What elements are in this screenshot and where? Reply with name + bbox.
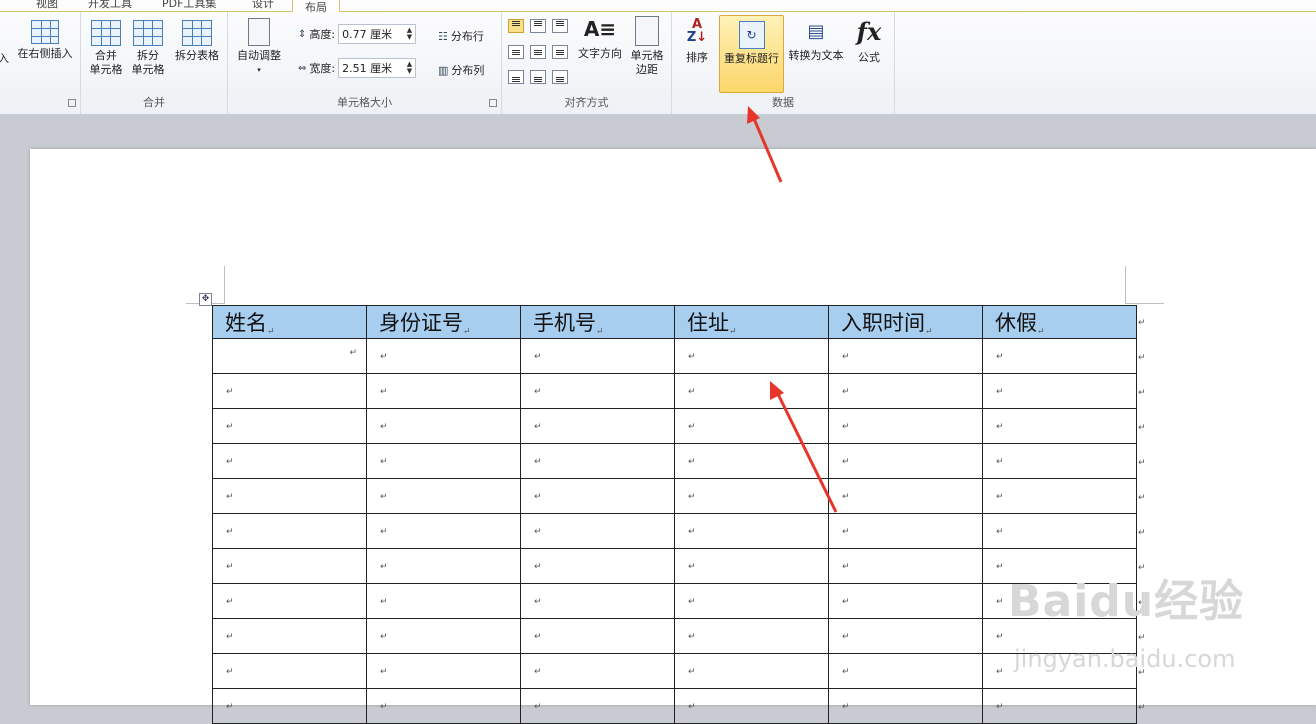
arrow-to-repeat-header: [747, 106, 783, 183]
annotation-arrows: [747, 106, 838, 513]
arrow-to-table: [770, 381, 838, 513]
